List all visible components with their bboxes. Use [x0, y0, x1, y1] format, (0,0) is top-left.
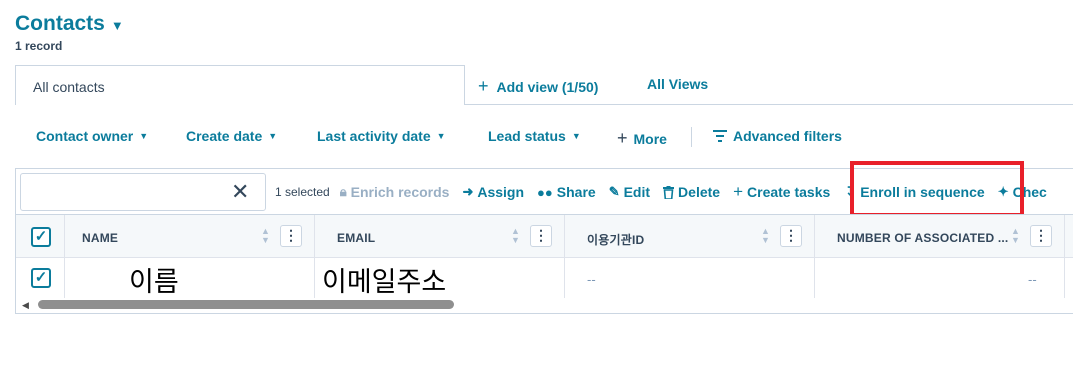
column-divider — [314, 258, 315, 298]
plus-icon: + — [733, 182, 744, 201]
delete-button[interactable]: Delete — [663, 184, 720, 200]
filter-last-activity-date[interactable]: Last activity date ▼ — [317, 128, 446, 144]
add-view-label: Add view (1/50) — [496, 78, 599, 95]
tab-all-contacts[interactable]: All contacts — [15, 65, 465, 105]
column-header-name[interactable]: NAME — [82, 231, 118, 245]
cell-associated: -- — [1028, 272, 1037, 287]
column-header-org-id[interactable]: 이용기관ID — [587, 231, 644, 248]
column-divider — [564, 215, 565, 257]
checkbox-checked-icon: ✓ — [34, 228, 48, 245]
cell-email[interactable]: 이메일주소 — [322, 260, 446, 299]
filter-create-date[interactable]: Create date ▼ — [186, 128, 277, 144]
create-tasks-button[interactable]: + Create tasks — [733, 182, 830, 202]
column-divider — [564, 258, 565, 298]
column-header-email[interactable]: EMAIL — [337, 231, 375, 245]
close-icon[interactable]: ✕ — [231, 180, 249, 204]
filter-contact-owner[interactable]: Contact owner ▼ — [36, 128, 148, 144]
create-tasks-label: Create tasks — [747, 184, 831, 200]
filter-label: Lead status — [488, 128, 566, 144]
chevron-down-icon: ▼ — [436, 131, 446, 141]
filter-label: Last activity date — [317, 128, 431, 144]
enrich-records-label: Enrich records — [350, 184, 450, 200]
column-divider — [814, 258, 815, 298]
page-title-dropdown[interactable]: Contacts ▼ — [15, 12, 124, 36]
column-divider — [814, 215, 815, 257]
arrow-right-icon: ➜ — [462, 184, 474, 199]
all-views-link[interactable]: All Views — [647, 76, 708, 92]
sort-icon[interactable]: ▲ ▼ — [261, 227, 270, 245]
lock-icon: 🔒︎ — [339, 184, 347, 199]
trash-icon — [663, 185, 675, 199]
table-header-row: ✓ NAME ▲ ▼ ⋮ EMAIL ▲ ▼ ⋮ 이용기관ID ▲ ▼ ⋮ NUMBE… — [16, 214, 1073, 258]
table-row[interactable]: ✓ 이름 이메일주소 -- -- — [16, 258, 1073, 298]
kebab-menu-icon[interactable]: ⋮ — [1030, 225, 1052, 247]
enrich-records-button[interactable]: 🔒︎ Enrich records — [340, 184, 450, 200]
column-divider — [1064, 215, 1065, 257]
filter-label: Advanced filters — [733, 128, 842, 144]
filter-lines-icon — [713, 130, 727, 142]
delete-label: Delete — [678, 184, 721, 200]
column-divider — [64, 215, 65, 257]
tab-label: All contacts — [33, 79, 105, 95]
chevron-down-icon: ▼ — [110, 17, 124, 33]
kebab-menu-icon[interactable]: ⋮ — [280, 225, 302, 247]
edit-button[interactable]: ✎ Edit — [609, 184, 650, 200]
cell-name[interactable]: 이름 — [129, 260, 179, 299]
people-icon: ●● — [537, 184, 553, 200]
selected-count: 1 selected — [275, 185, 330, 199]
column-header-associated[interactable]: NUMBER OF ASSOCIATED ... — [837, 231, 1008, 245]
filter-divider — [691, 127, 692, 147]
plus-icon: + — [617, 128, 628, 148]
filter-label: More — [633, 130, 667, 147]
filter-label: Create date — [186, 128, 263, 144]
pencil-icon: ✎ — [608, 184, 620, 199]
kebab-menu-icon[interactable]: ⋮ — [530, 225, 552, 247]
kebab-menu-icon[interactable]: ⋮ — [780, 225, 802, 247]
column-divider — [1064, 258, 1065, 298]
advanced-filters-button[interactable]: Advanced filters — [713, 128, 842, 144]
cell-org-id: -- — [587, 272, 596, 287]
horizontal-scrollbar-thumb[interactable] — [38, 300, 454, 309]
sort-icon[interactable]: ▲ ▼ — [1011, 227, 1020, 245]
chevron-down-icon: ▼ — [571, 131, 581, 141]
select-all-checkbox[interactable]: ✓ — [31, 227, 51, 247]
column-divider — [64, 258, 65, 298]
column-divider — [314, 215, 315, 257]
assign-button[interactable]: ➜ Assign — [462, 184, 524, 200]
assign-label: Assign — [477, 184, 525, 200]
checkbox-checked-icon: ✓ — [34, 269, 48, 286]
edit-label: Edit — [623, 184, 651, 200]
page-title: Contacts — [15, 12, 105, 35]
highlight-annotation — [850, 161, 1024, 217]
filter-lead-status[interactable]: Lead status ▼ — [488, 128, 581, 144]
plus-icon: + — [478, 76, 489, 96]
search-input[interactable] — [20, 173, 266, 211]
scroll-left-arrow-icon[interactable]: ◀ — [22, 300, 29, 311]
filter-label: Contact owner — [36, 128, 134, 144]
chevron-down-icon: ▼ — [268, 131, 278, 141]
sort-icon[interactable]: ▲ ▼ — [511, 227, 520, 245]
add-view-button[interactable]: + Add view (1/50) — [478, 76, 598, 97]
share-button[interactable]: ●● Share — [537, 184, 596, 200]
row-checkbox[interactable]: ✓ — [31, 268, 51, 288]
chevron-down-icon: ▼ — [139, 131, 149, 141]
tabs-divider — [465, 104, 1073, 105]
sort-icon[interactable]: ▲ ▼ — [761, 227, 770, 245]
share-label: Share — [556, 184, 596, 200]
more-filters-button[interactable]: + More — [617, 128, 667, 149]
record-count: 1 record — [15, 39, 63, 53]
